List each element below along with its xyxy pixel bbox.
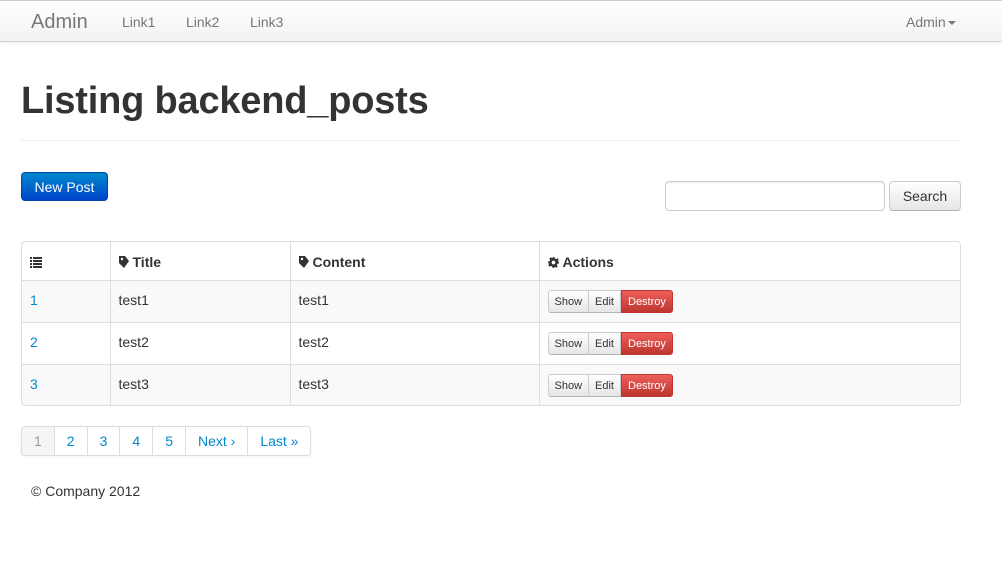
page-1: 1 bbox=[22, 427, 54, 455]
nav-link-1[interactable]: Link1 bbox=[122, 14, 155, 30]
cog-icon bbox=[547, 255, 559, 271]
edit-button[interactable]: Edit bbox=[589, 332, 621, 355]
tag-icon bbox=[298, 255, 309, 271]
cell-title: test1 bbox=[109, 279, 290, 322]
user-menu-label: Admin bbox=[906, 14, 946, 30]
cell-id: 2 bbox=[22, 321, 110, 364]
header-title-label: Title bbox=[132, 254, 162, 270]
new-post-button[interactable]: New Post bbox=[21, 172, 108, 201]
cell-content: test1 bbox=[289, 279, 539, 322]
page-next[interactable]: Next › bbox=[184, 427, 248, 455]
row-action-buttons: Show Edit Destroy bbox=[547, 374, 673, 397]
destroy-button[interactable]: Destroy bbox=[621, 332, 673, 355]
header-title: Title bbox=[109, 242, 290, 280]
destroy-button[interactable]: Destroy bbox=[621, 290, 673, 313]
show-button[interactable]: Show bbox=[547, 374, 590, 397]
page-3[interactable]: 3 bbox=[86, 427, 120, 455]
destroy-button[interactable]: Destroy bbox=[621, 374, 673, 397]
cell-id: 1 bbox=[22, 279, 110, 322]
search-button[interactable]: Search bbox=[889, 181, 961, 211]
header-actions-label: Actions bbox=[562, 254, 614, 270]
caret-down-icon bbox=[947, 21, 956, 26]
header-content: Content bbox=[289, 242, 539, 280]
table-header-row: Title Content Actions bbox=[22, 242, 960, 280]
post-id-link[interactable]: 3 bbox=[30, 376, 38, 392]
posts-table: Title Content Actions 1 test1 test1 Show… bbox=[21, 241, 961, 406]
search-input[interactable] bbox=[665, 181, 885, 211]
cell-content: test2 bbox=[289, 321, 539, 364]
cell-actions: Show Edit Destroy bbox=[538, 321, 960, 364]
page-4[interactable]: 4 bbox=[119, 427, 153, 455]
show-button[interactable]: Show bbox=[547, 290, 590, 313]
edit-button[interactable]: Edit bbox=[589, 290, 621, 313]
title-divider bbox=[21, 140, 961, 141]
tag-icon bbox=[118, 255, 129, 271]
page-last[interactable]: Last » bbox=[247, 427, 311, 455]
page-title: Listing backend_posts bbox=[21, 80, 429, 122]
post-id-link[interactable]: 1 bbox=[30, 292, 38, 308]
page-2[interactable]: 2 bbox=[53, 427, 87, 455]
row-action-buttons: Show Edit Destroy bbox=[547, 290, 673, 313]
list-icon bbox=[30, 255, 42, 271]
cell-content: test3 bbox=[289, 363, 539, 405]
cell-title: test3 bbox=[109, 363, 290, 405]
cell-actions: Show Edit Destroy bbox=[538, 279, 960, 322]
header-id bbox=[22, 242, 110, 280]
edit-button[interactable]: Edit bbox=[589, 374, 621, 397]
brand-link[interactable]: Admin bbox=[31, 11, 88, 34]
header-actions: Actions bbox=[538, 242, 960, 280]
cell-id: 3 bbox=[22, 363, 110, 405]
nav-link-3[interactable]: Link3 bbox=[250, 14, 283, 30]
footer-copyright: © Company 2012 bbox=[31, 483, 141, 499]
table-row: 2 test2 test2 Show Edit Destroy bbox=[22, 321, 960, 364]
table-row: 3 test3 test3 Show Edit Destroy bbox=[22, 363, 960, 405]
cell-actions: Show Edit Destroy bbox=[538, 363, 960, 405]
user-menu-dropdown[interactable]: Admin bbox=[906, 14, 956, 30]
table-row: 1 test1 test1 Show Edit Destroy bbox=[22, 279, 960, 322]
top-navbar: Admin Link1 Link2 Link3 Admin bbox=[0, 0, 1002, 42]
row-action-buttons: Show Edit Destroy bbox=[547, 332, 673, 355]
show-button[interactable]: Show bbox=[547, 332, 590, 355]
post-id-link[interactable]: 2 bbox=[30, 334, 38, 350]
nav-link-2[interactable]: Link2 bbox=[186, 14, 219, 30]
page-5[interactable]: 5 bbox=[152, 427, 185, 455]
cell-title: test2 bbox=[109, 321, 290, 364]
pagination: 1 2 3 4 5 Next › Last » bbox=[21, 426, 312, 456]
header-content-label: Content bbox=[312, 254, 366, 270]
